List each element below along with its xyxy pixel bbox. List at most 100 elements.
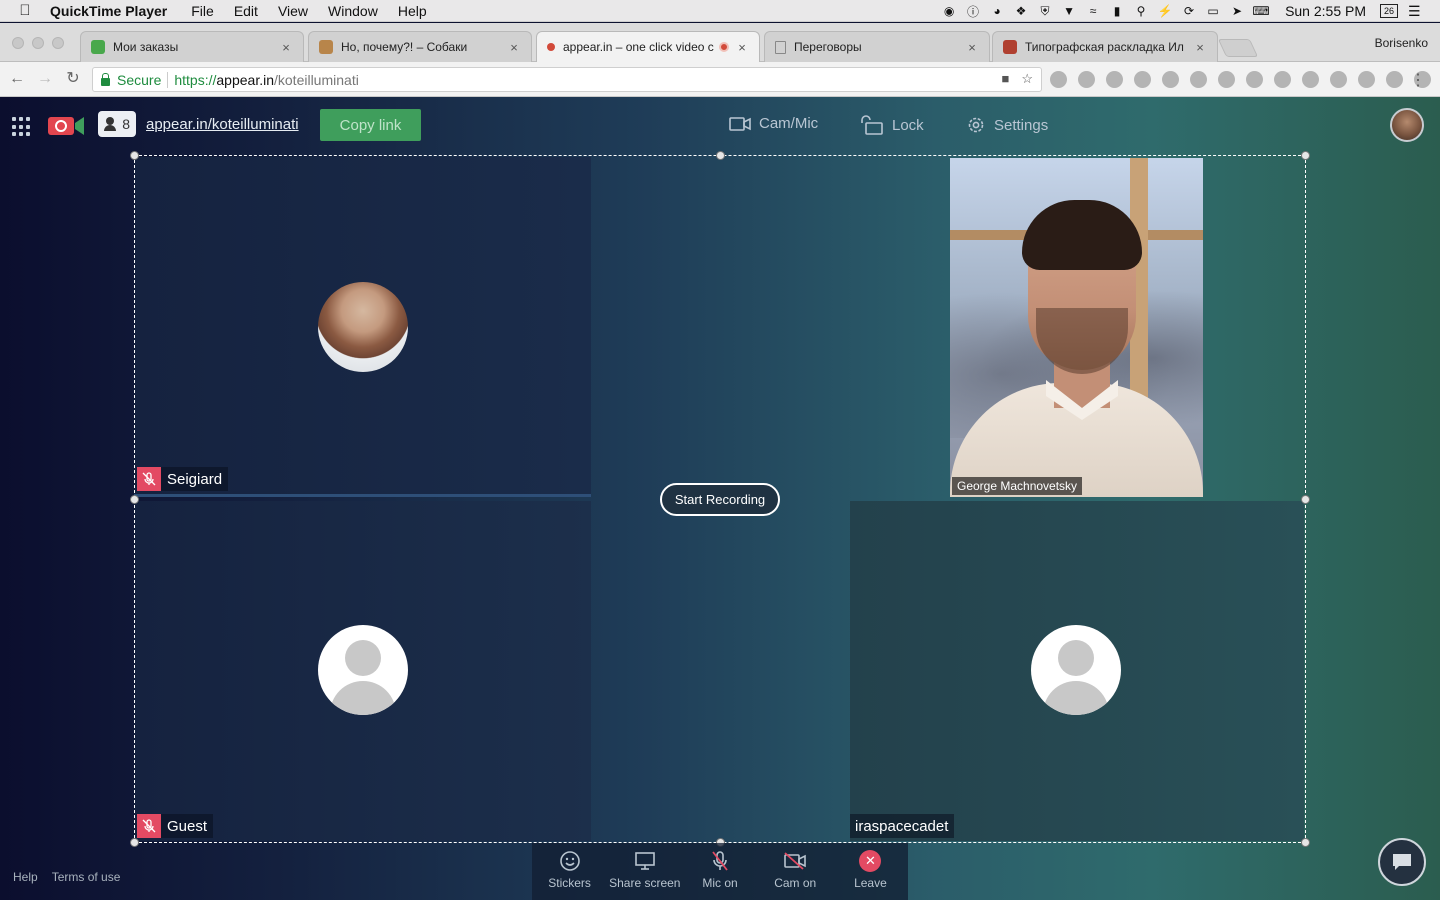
apps-grid-icon[interactable] — [12, 117, 32, 137]
appear-in-logo-icon[interactable] — [48, 113, 84, 139]
terms-link[interactable]: Terms of use — [52, 870, 121, 884]
extension-icon[interactable] — [1106, 71, 1123, 88]
extension-icon[interactable] — [1190, 71, 1207, 88]
extension-icon[interactable] — [1162, 71, 1179, 88]
stickers-button[interactable]: Stickers — [532, 843, 607, 900]
menu-view[interactable]: View — [278, 3, 308, 19]
headphones-icon[interactable]: ◕ — [989, 3, 1005, 19]
bookmark-star-icon[interactable]: ☆ — [1021, 71, 1033, 87]
room-link[interactable]: appear.in/koteilluminati — [146, 116, 299, 133]
mic-muted-icon — [712, 851, 728, 871]
arrow-icon[interactable]: ➤ — [1229, 3, 1245, 19]
participant-name: Guest — [167, 817, 208, 835]
copy-link-button[interactable]: Copy link — [320, 109, 421, 141]
start-recording-button[interactable]: Start Recording — [660, 483, 780, 516]
avatar — [318, 282, 408, 372]
extension-icon[interactable] — [1358, 71, 1375, 88]
settings-button[interactable]: Settings — [966, 115, 1048, 135]
menu-app-name[interactable]: QuickTime Player — [50, 3, 167, 19]
chat-button[interactable] — [1378, 838, 1426, 886]
participant-tile-george: George Machnovetsky — [950, 158, 1203, 497]
menu-edit[interactable]: Edit — [234, 3, 258, 19]
lock-label: Lock — [892, 116, 924, 134]
padlock-icon — [861, 115, 883, 135]
dropbox-icon[interactable]: ❖ — [1013, 3, 1029, 19]
default-avatar-icon — [1031, 625, 1121, 715]
back-arrow-icon[interactable]: ← — [8, 70, 26, 88]
wifi-icon[interactable]: ≈ — [1085, 3, 1101, 19]
tab-close-icon[interactable]: × — [279, 40, 293, 55]
tab-typography[interactable]: Типографская раскладка Ил × — [992, 31, 1218, 62]
cam-toggle-button[interactable]: Cam on — [758, 843, 833, 900]
secure-label: Secure — [117, 71, 162, 88]
zoom-window-button[interactable] — [52, 37, 64, 49]
menu-file[interactable]: File — [191, 3, 214, 19]
participant-count: 8 — [122, 116, 130, 132]
stickers-label: Stickers — [548, 876, 591, 890]
extension-icon[interactable] — [1386, 71, 1403, 88]
participant-tile-iraspacecadet: iraspacecadet — [850, 501, 1304, 841]
browser-profile-name[interactable]: Borisenko — [1375, 36, 1428, 50]
tab-close-icon[interactable]: × — [507, 40, 521, 55]
menu-clock[interactable]: Sun 2:55 PM — [1285, 3, 1366, 19]
tab-orders[interactable]: Мои заказы × — [80, 31, 304, 62]
lock-room-button[interactable]: Lock — [860, 115, 924, 135]
keyboard-icon[interactable]: ⌨ — [1252, 3, 1269, 19]
tab-label: Мои заказы — [113, 40, 179, 54]
participant-name: George Machnovetsky — [952, 477, 1083, 495]
status-tray: ◉ ⓘ ◕ ❖ ⛨ ▼ ≈ ▮ ⚲ ⚡ ⟳ ▭ ➤ ⌨ — [941, 3, 1270, 19]
menu-window[interactable]: Window — [328, 3, 378, 19]
search-icon[interactable]: ⚲ — [1133, 3, 1149, 19]
record-status-icon[interactable]: ◉ — [941, 3, 957, 19]
extension-icon[interactable] — [1050, 71, 1067, 88]
share-screen-button[interactable]: Share screen — [607, 843, 682, 900]
extension-icon[interactable] — [1078, 71, 1095, 88]
shield-icon[interactable]: ⛨ — [1037, 3, 1053, 19]
tab-close-icon[interactable]: × — [735, 40, 749, 55]
extension-icon[interactable] — [1134, 71, 1151, 88]
extension-icon[interactable] — [1218, 71, 1235, 88]
tab-appear-in[interactable]: appear.in – one click video c × — [536, 31, 760, 62]
mic-toggle-button[interactable]: Mic on — [682, 843, 757, 900]
tab-close-icon[interactable]: × — [965, 40, 979, 55]
window-controls — [12, 37, 64, 49]
extension-icon[interactable] — [1274, 71, 1291, 88]
cam-mic-label: Cam/Mic — [759, 115, 819, 132]
menu-help[interactable]: Help — [398, 3, 427, 19]
participant-count-badge[interactable]: 8 — [98, 111, 136, 137]
tab-dogs[interactable]: Но, почему?! – Собаки × — [308, 31, 532, 62]
sync-icon[interactable]: ⟳ — [1181, 3, 1197, 19]
participant-name-tag: iraspacecadet — [850, 814, 955, 838]
info-icon[interactable]: ⓘ — [965, 3, 981, 19]
camera-permission-icon[interactable]: ■ — [1001, 71, 1009, 87]
tab-negotiations[interactable]: Переговоры × — [764, 31, 990, 62]
tab-label: Переговоры — [794, 40, 862, 54]
close-window-button[interactable] — [12, 37, 24, 49]
reload-icon[interactable]: ↻ — [64, 70, 82, 88]
calendar-icon[interactable]: 26 — [1380, 4, 1398, 18]
battery-icon[interactable]: ▮ — [1109, 3, 1125, 19]
minimize-window-button[interactable] — [32, 37, 44, 49]
browser-menu-icon[interactable]: ⋮ — [1410, 70, 1426, 90]
user-avatar[interactable] — [1390, 108, 1424, 142]
leave-button[interactable]: ✕ Leave — [833, 843, 908, 900]
bolt-icon[interactable]: ⚡ — [1157, 3, 1173, 19]
extension-icon[interactable] — [1302, 71, 1319, 88]
help-link[interactable]: Help — [13, 870, 38, 884]
gear-icon — [968, 117, 984, 133]
apple-icon[interactable]:  — [0, 2, 50, 19]
new-tab-button[interactable] — [1217, 39, 1259, 57]
extension-icon[interactable] — [1246, 71, 1263, 88]
room-toolbar: 8 appear.in/koteilluminati Copy link Cam… — [0, 97, 1440, 153]
extension-icon[interactable] — [1330, 71, 1347, 88]
forward-arrow-icon[interactable]: → — [36, 70, 54, 88]
cam-on-label: Cam on — [774, 876, 817, 890]
cam-mic-button[interactable]: Cam/Mic — [729, 115, 818, 132]
url-omnibox[interactable]: Secure https:// appear.in /koteilluminat… — [92, 67, 1042, 92]
vpn-icon[interactable]: ▼ — [1061, 3, 1077, 19]
url-path: /koteilluminati — [274, 71, 359, 88]
notification-center-icon[interactable]: ☰ — [1408, 3, 1426, 20]
airplay-icon[interactable]: ▭ — [1205, 3, 1221, 19]
tab-close-icon[interactable]: × — [1193, 40, 1207, 55]
tab-label: Типографская раскладка Ил — [1025, 40, 1184, 54]
